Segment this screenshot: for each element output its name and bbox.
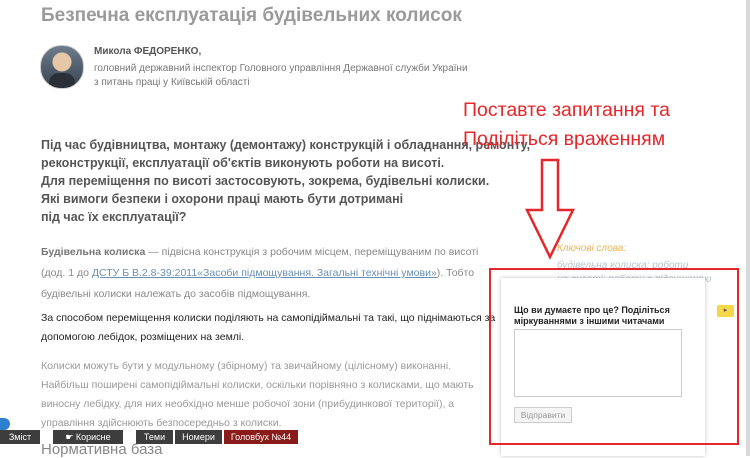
scrollbar[interactable] — [746, 0, 750, 456]
author-avatar — [40, 45, 84, 89]
author-name: Микола ФЕДОРЕНКО, — [94, 46, 202, 57]
magazine-button[interactable]: Головбух №44 — [224, 430, 298, 444]
paragraph-design: Колиски можуть бути у модульному (збірно… — [41, 360, 474, 429]
hand-icon: ☛ — [65, 432, 76, 442]
lead-line: реконструкції, експлуатації об'єктів вик… — [41, 156, 445, 170]
paragraph-definition: Будівельна колиска — підвісна конструкці… — [41, 242, 491, 305]
callout-line: Поділіться враженням — [463, 128, 666, 150]
lead-line: Які вимоги безпеки і охорони праці мають… — [41, 192, 404, 206]
author-position: головний державний інспектор Головного у… — [94, 63, 468, 88]
useful-button[interactable]: ☛ Корисне — [53, 430, 123, 444]
highlight-frame — [489, 268, 739, 445]
article-lead: Під час будівництва, монтажу (демонтажу)… — [41, 136, 531, 226]
topics-button[interactable]: Теми — [136, 430, 173, 444]
globe-icon[interactable] — [0, 418, 10, 430]
lead-line: Для переміщення по висоті застосовують, … — [41, 174, 490, 188]
contents-button[interactable]: Зміст — [0, 430, 40, 444]
issues-button[interactable]: Номери — [175, 430, 222, 444]
lead-line: Під час будівництва, монтажу (демонтажу)… — [41, 138, 531, 152]
term-highlight: Будівельна колиска — [41, 246, 146, 258]
useful-label: Корисне — [75, 432, 111, 442]
article-title: Безпечна експлуатація будівельних колисо… — [41, 5, 462, 26]
standard-link[interactable]: ДСТУ Б В.2.8-39:2011«Засоби підмощування… — [92, 267, 437, 279]
lead-line: під час їх експлуатації? — [41, 210, 187, 224]
callout-text: Поставте запитання та Поділіться враженн… — [463, 96, 670, 154]
callout-line: Поставте запитання та — [463, 99, 670, 121]
paragraph-types: За способом переміщення колиски поділяют… — [41, 312, 496, 343]
down-arrow-icon — [524, 158, 576, 260]
